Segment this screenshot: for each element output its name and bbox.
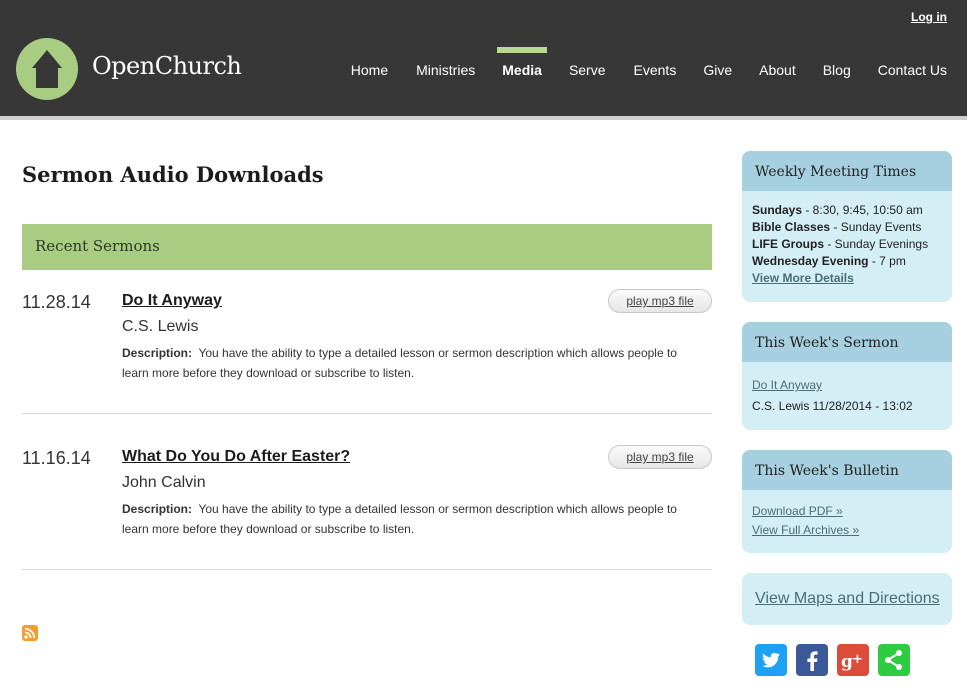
- description-text: You have the ability to type a detailed …: [122, 502, 677, 536]
- site-header: Log in OpenChurch Home Ministries Media …: [0, 0, 967, 116]
- description-text: You have the ability to type a detailed …: [122, 346, 677, 380]
- meeting-label: Wednesday Evening: [752, 254, 869, 268]
- sermon-item: 11.28.14 Do It Anyway C.S. Lewis Descrip…: [22, 289, 712, 392]
- login-link[interactable]: Log in: [911, 10, 947, 24]
- nav-contact-us[interactable]: Contact Us: [878, 62, 947, 78]
- recent-sermons-header: Recent Sermons: [22, 224, 712, 270]
- brand-name[interactable]: OpenChurch: [92, 52, 242, 80]
- page-title: Sermon Audio Downloads: [22, 162, 324, 187]
- sermon-date: 11.16.14: [22, 448, 91, 468]
- meeting-label: LIFE Groups: [752, 237, 824, 251]
- share-icon[interactable]: [878, 644, 910, 676]
- sermon-divider: [22, 569, 712, 570]
- sermon-description: Description: You have the ability to typ…: [122, 499, 692, 539]
- view-archives-link[interactable]: View Full Archives »: [752, 521, 859, 540]
- facebook-icon[interactable]: [796, 644, 828, 676]
- twitter-icon[interactable]: [755, 644, 787, 676]
- weekly-bulletin-card: This Week's Bulletin Download PDF » View…: [742, 450, 952, 553]
- google-plus-icon[interactable]: g +: [837, 644, 869, 676]
- weekly-sermon-link[interactable]: Do It Anyway: [752, 375, 822, 396]
- rss-feed-icon[interactable]: [22, 625, 38, 641]
- weekly-sermon-card: This Week's Sermon Do It Anyway C.S. Lew…: [742, 322, 952, 430]
- header-divider: [0, 116, 967, 120]
- nav-give[interactable]: Give: [703, 62, 732, 78]
- play-mp3-button[interactable]: play mp3 file: [608, 289, 712, 313]
- meeting-label: Sundays: [752, 203, 803, 217]
- church-logo-icon[interactable]: [16, 38, 78, 100]
- nav-serve[interactable]: Serve: [569, 62, 606, 78]
- card-title: This Week's Bulletin: [742, 450, 952, 490]
- sermon-title-link[interactable]: What Do You Do After Easter?: [122, 448, 350, 466]
- meeting-label: Bible Classes: [752, 220, 831, 234]
- weekly-sermon-meta: C.S. Lewis 11/28/2014 - 13:02: [752, 399, 913, 413]
- svg-text:+: +: [852, 652, 863, 667]
- nav-about[interactable]: About: [759, 62, 796, 78]
- meeting-value: - Sunday Evenings: [824, 237, 929, 251]
- meeting-value: - 7 pm: [868, 254, 906, 268]
- sermon-date: 11.28.14: [22, 292, 91, 312]
- meeting-row: Sundays - 8:30, 9:45, 10:50 am: [752, 202, 942, 219]
- weekly-meeting-card: Weekly Meeting Times Sundays - 8:30, 9:4…: [742, 151, 952, 302]
- description-label: Description:: [122, 502, 193, 516]
- main-nav: Home Ministries Media Serve Events Give …: [351, 47, 947, 78]
- sermon-description: Description: You have the ability to typ…: [122, 343, 692, 383]
- meeting-row: LIFE Groups - Sunday Evenings: [752, 236, 942, 253]
- sermon-speaker: John Calvin: [122, 474, 206, 491]
- play-mp3-button[interactable]: play mp3 file: [608, 445, 712, 469]
- sermon-speaker: C.S. Lewis: [122, 318, 199, 335]
- nav-media[interactable]: Media: [497, 47, 547, 78]
- download-pdf-link[interactable]: Download PDF »: [752, 502, 843, 521]
- maps-directions-link[interactable]: View Maps and Directions: [755, 590, 940, 608]
- card-title: This Week's Sermon: [742, 322, 952, 362]
- sermon-title-link[interactable]: Do It Anyway: [122, 292, 222, 310]
- nav-events[interactable]: Events: [634, 62, 677, 78]
- maps-card: View Maps and Directions: [742, 573, 952, 625]
- meeting-value: - Sunday Events: [830, 220, 922, 234]
- nav-blog[interactable]: Blog: [823, 62, 851, 78]
- sermon-item: 11.16.14 What Do You Do After Easter? Jo…: [22, 445, 712, 548]
- description-label: Description:: [122, 346, 193, 360]
- nav-ministries[interactable]: Ministries: [416, 62, 475, 78]
- card-title: Weekly Meeting Times: [742, 151, 952, 191]
- meeting-value: - 8:30, 9:45, 10:50 am: [802, 203, 923, 217]
- view-more-details-link[interactable]: View More Details: [752, 270, 854, 287]
- meeting-row: Bible Classes - Sunday Events: [752, 219, 942, 236]
- sermon-divider: [22, 413, 712, 414]
- meeting-row: Wednesday Evening - 7 pm: [752, 253, 942, 270]
- nav-home[interactable]: Home: [351, 62, 388, 78]
- section-title: Recent Sermons: [35, 237, 160, 255]
